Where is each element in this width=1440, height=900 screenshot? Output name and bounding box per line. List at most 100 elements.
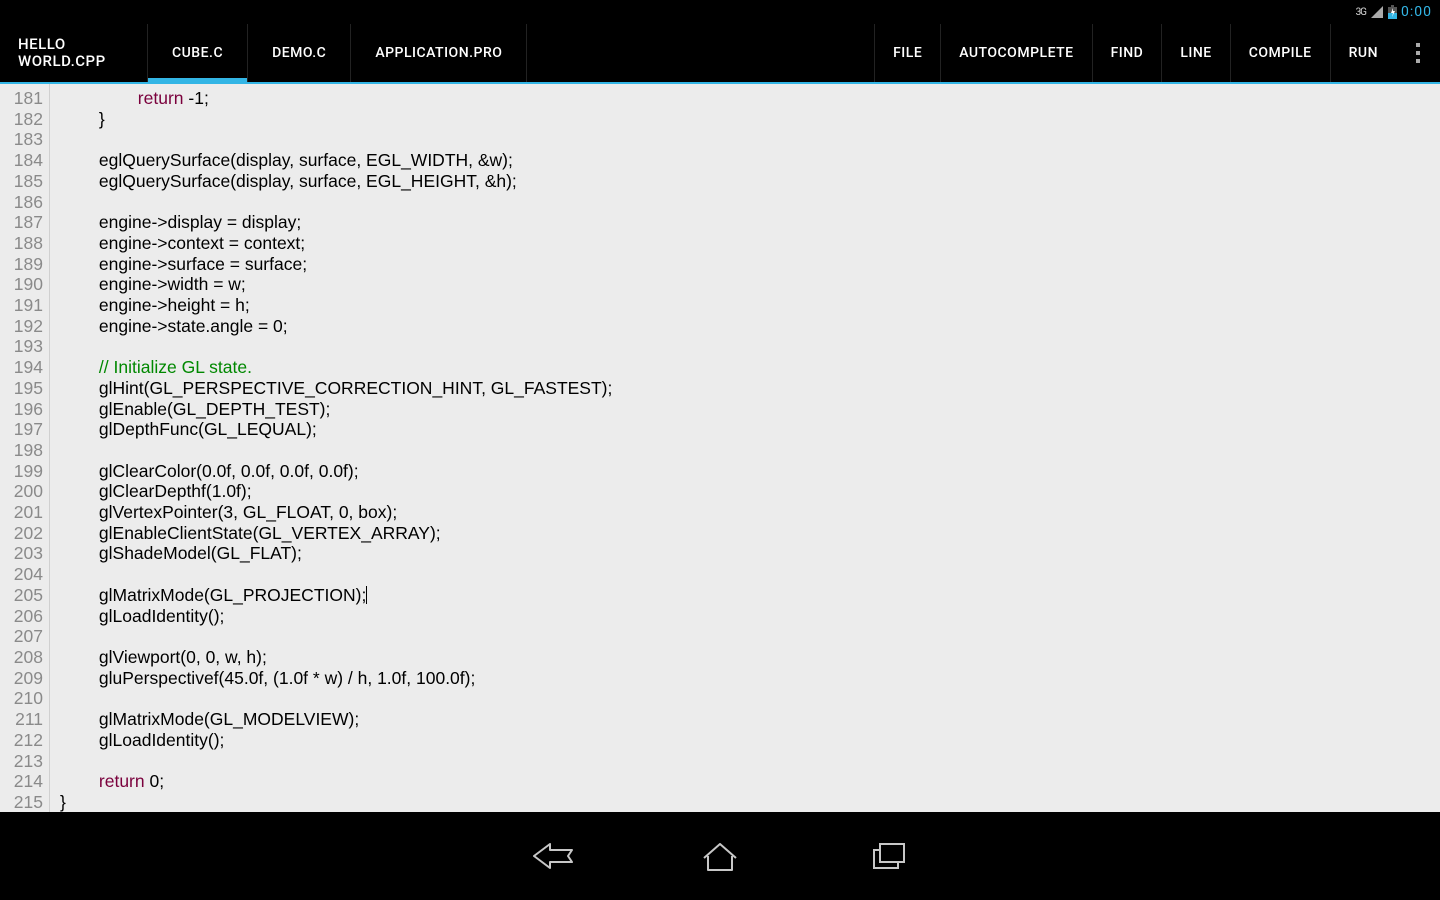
code-line[interactable] — [60, 626, 1440, 647]
line-number: 183 — [0, 129, 49, 150]
code-line[interactable]: engine->context = context; — [60, 233, 1440, 254]
code-line[interactable]: glShadeModel(GL_FLAT); — [60, 543, 1440, 564]
text-caret — [366, 586, 367, 604]
line-number: 199 — [0, 461, 49, 482]
line-number: 211 — [0, 709, 49, 730]
system-nav-bar — [0, 812, 1440, 900]
line-number: 197 — [0, 419, 49, 440]
action-autocomplete[interactable]: AUTOCOMPLETE — [940, 24, 1091, 82]
code-line[interactable] — [60, 336, 1440, 357]
code-line[interactable]: } — [60, 109, 1440, 130]
line-number: 182 — [0, 109, 49, 130]
tab-demo-c[interactable]: DEMO.C — [248, 24, 351, 82]
code-line[interactable]: glClearColor(0.0f, 0.0f, 0.0f, 0.0f); — [60, 461, 1440, 482]
line-number: 208 — [0, 647, 49, 668]
code-line[interactable]: glLoadIdentity(); — [60, 730, 1440, 751]
status-clock: 0:00 — [1401, 4, 1432, 20]
code-line[interactable]: engine->state.angle = 0; — [60, 316, 1440, 337]
line-number: 195 — [0, 378, 49, 399]
code-line[interactable]: glDepthFunc(GL_LEQUAL); — [60, 419, 1440, 440]
line-number: 186 — [0, 192, 49, 213]
code-line[interactable]: } — [60, 792, 1440, 812]
code-line[interactable]: glLoadIdentity(); — [60, 606, 1440, 627]
code-line[interactable]: // Initialize GL state. — [60, 357, 1440, 378]
code-line[interactable]: engine->surface = surface; — [60, 254, 1440, 275]
line-number: 214 — [0, 771, 49, 792]
line-number: 215 — [0, 792, 49, 812]
code-line[interactable] — [60, 564, 1440, 585]
line-number: 212 — [0, 730, 49, 751]
line-number-gutter: 1811821831841851861871881891901911921931… — [0, 84, 50, 812]
action-find[interactable]: FIND — [1092, 24, 1162, 82]
code-line[interactable]: return 0; — [60, 771, 1440, 792]
network-indicator: 3G — [1356, 7, 1366, 18]
app-title-line1: HELLO — [18, 36, 147, 53]
code-content[interactable]: return -1; } eglQuerySurface(display, su… — [50, 84, 1440, 812]
line-number: 205 — [0, 585, 49, 606]
code-line[interactable]: glMatrixMode(GL_PROJECTION); — [60, 585, 1440, 606]
overflow-icon — [1416, 41, 1420, 65]
line-number: 188 — [0, 233, 49, 254]
line-number: 204 — [0, 564, 49, 585]
line-number: 210 — [0, 688, 49, 709]
code-line[interactable] — [60, 751, 1440, 772]
line-number: 184 — [0, 150, 49, 171]
code-line[interactable] — [60, 440, 1440, 461]
line-number: 206 — [0, 606, 49, 627]
code-line[interactable]: engine->width = w; — [60, 274, 1440, 295]
toolbar-spacer — [527, 24, 874, 82]
line-number: 189 — [0, 254, 49, 275]
code-line[interactable]: glMatrixMode(GL_MODELVIEW); — [60, 709, 1440, 730]
code-editor[interactable]: 1811821831841851861871881891901911921931… — [0, 84, 1440, 812]
code-line[interactable]: return -1; — [60, 88, 1440, 109]
battery-icon — [1388, 5, 1397, 19]
status-bar: 3G 0:00 — [0, 0, 1440, 24]
line-number: 203 — [0, 543, 49, 564]
action-run[interactable]: RUN — [1330, 24, 1396, 82]
tab-cube-c[interactable]: CUBE.C — [148, 24, 248, 82]
line-number: 181 — [0, 88, 49, 109]
line-number: 191 — [0, 295, 49, 316]
code-line[interactable] — [60, 688, 1440, 709]
line-number: 213 — [0, 751, 49, 772]
code-line[interactable]: eglQuerySurface(display, surface, EGL_WI… — [60, 150, 1440, 171]
home-button[interactable] — [696, 840, 744, 872]
toolbar-actions: FILEAUTOCOMPLETEFINDLINECOMPILERUN — [874, 24, 1396, 82]
line-number: 196 — [0, 399, 49, 420]
recent-apps-button[interactable] — [864, 840, 912, 872]
code-line[interactable] — [60, 129, 1440, 150]
code-line[interactable]: engine->height = h; — [60, 295, 1440, 316]
line-number: 190 — [0, 274, 49, 295]
line-number: 198 — [0, 440, 49, 461]
code-line[interactable]: gluPerspectivef(45.0f, (1.0f * w) / h, 1… — [60, 668, 1440, 689]
line-number: 193 — [0, 336, 49, 357]
code-line[interactable] — [60, 192, 1440, 213]
back-button[interactable] — [528, 840, 576, 872]
line-number: 194 — [0, 357, 49, 378]
code-line[interactable]: engine->display = display; — [60, 212, 1440, 233]
code-line[interactable]: glEnableClientState(GL_VERTEX_ARRAY); — [60, 523, 1440, 544]
line-number: 200 — [0, 481, 49, 502]
action-compile[interactable]: COMPILE — [1230, 24, 1330, 82]
code-line[interactable]: glHint(GL_PERSPECTIVE_CORRECTION_HINT, G… — [60, 378, 1440, 399]
line-number: 187 — [0, 212, 49, 233]
code-line[interactable]: glClearDepthf(1.0f); — [60, 481, 1440, 502]
line-number: 202 — [0, 523, 49, 544]
file-tabs: CUBE.CDEMO.CAPPLICATION.PRO — [148, 24, 527, 82]
overflow-menu-button[interactable] — [1396, 24, 1440, 82]
signal-icon — [1370, 5, 1384, 19]
code-line[interactable]: eglQuerySurface(display, surface, EGL_HE… — [60, 171, 1440, 192]
line-number: 209 — [0, 668, 49, 689]
line-number: 192 — [0, 316, 49, 337]
action-file[interactable]: FILE — [874, 24, 940, 82]
app-title-line2: WORLD.CPP — [18, 53, 147, 70]
tab-application-pro[interactable]: APPLICATION.PRO — [351, 24, 527, 82]
code-line[interactable]: glVertexPointer(3, GL_FLOAT, 0, box); — [60, 502, 1440, 523]
action-line[interactable]: LINE — [1161, 24, 1229, 82]
line-number: 185 — [0, 171, 49, 192]
action-bar: HELLO WORLD.CPP CUBE.CDEMO.CAPPLICATION.… — [0, 24, 1440, 84]
app-title[interactable]: HELLO WORLD.CPP — [0, 24, 148, 82]
code-line[interactable]: glEnable(GL_DEPTH_TEST); — [60, 399, 1440, 420]
line-number: 201 — [0, 502, 49, 523]
code-line[interactable]: glViewport(0, 0, w, h); — [60, 647, 1440, 668]
